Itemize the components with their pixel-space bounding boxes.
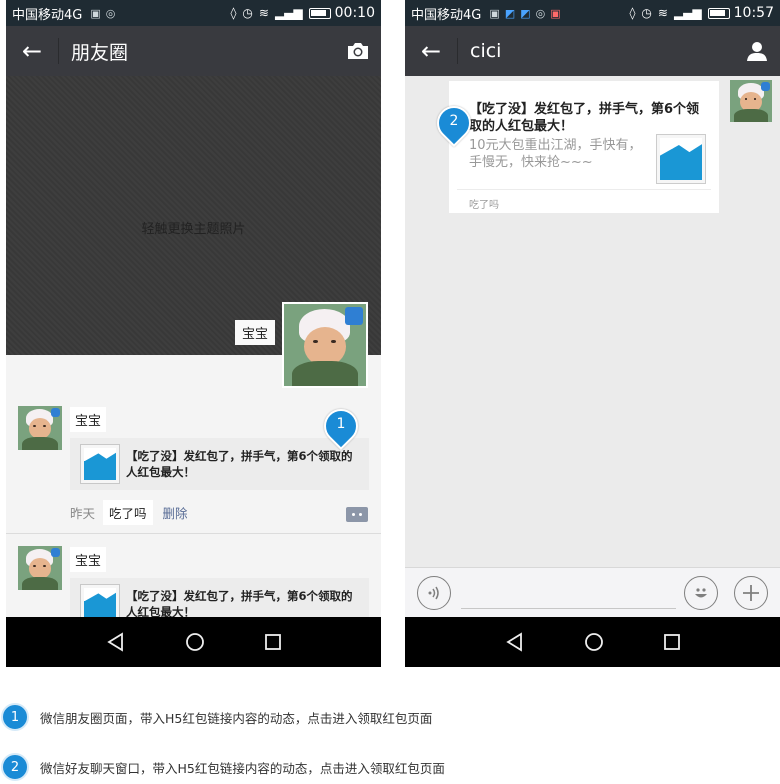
status-bar: 中国移动4G ▣ ◩ ◩ ◎ ▣ ◊ ◷ ≋ ▂▄▆ 10:57 bbox=[405, 0, 780, 26]
post-time: 昨天 bbox=[70, 506, 96, 521]
callout-number: 2 bbox=[449, 113, 459, 129]
system-icons: ◊ ◷ ≋ ▂▄▆ bbox=[230, 6, 331, 20]
android-navigation-bar bbox=[6, 617, 381, 667]
alarm-icon: ◷ bbox=[242, 6, 253, 20]
post-divider bbox=[6, 533, 381, 534]
back-triangle-icon[interactable] bbox=[106, 632, 126, 652]
signal-icon: ▂▄▆ bbox=[274, 6, 303, 20]
message-link-title: 【吃了没】发红包了，拼手气，第6个领取的人红包最大！ bbox=[469, 102, 700, 134]
home-circle-icon[interactable] bbox=[584, 632, 604, 652]
vibrate-icon: ◊ bbox=[230, 6, 237, 20]
legend-number-badge: 1 bbox=[1, 703, 29, 731]
vibrate-icon: ◊ bbox=[629, 6, 636, 20]
back-arrow-icon[interactable]: ← bbox=[405, 37, 457, 65]
comment-button[interactable] bbox=[346, 507, 368, 522]
camera-icon[interactable] bbox=[335, 41, 381, 61]
avatar[interactable] bbox=[18, 406, 62, 450]
chat-message-area: 【吃了没】发红包了，拼手气，第6个领取的人红包最大！ 10元大包重出江湖，手快有… bbox=[405, 76, 780, 567]
chat-input-bar bbox=[405, 567, 780, 617]
callout-marker-2: 2 bbox=[429, 98, 479, 148]
clock: 00:10 bbox=[334, 5, 375, 21]
image-placeholder-icon bbox=[84, 588, 116, 617]
chat-title: cici bbox=[470, 40, 502, 62]
recents-square-icon[interactable] bbox=[663, 633, 681, 651]
app-notification-icon: ◎ bbox=[535, 6, 546, 20]
profile-name[interactable]: 宝宝 bbox=[235, 320, 276, 345]
emoji-icon[interactable] bbox=[684, 576, 718, 610]
legend-text: 微信好友聊天窗口，带入H5红包链接内容的动态，点击进入领取红包页面 bbox=[40, 760, 445, 776]
app-notification-icon: ◩ bbox=[504, 6, 516, 20]
moments-screen: 中国移动4G ▣ ◎ ◊ ◷ ≋ ▂▄▆ 00:10 ← 朋友圈 轻触更换主题照… bbox=[6, 0, 381, 667]
callout-marker-1: 1 bbox=[316, 401, 366, 451]
post-source-caption: 吃了吗 bbox=[103, 500, 153, 525]
message-link-description: 10元大包重出江湖，手快有，手慢无，快来抢~~~ bbox=[469, 138, 642, 170]
home-circle-icon[interactable] bbox=[185, 632, 205, 652]
battery-icon bbox=[308, 7, 331, 19]
wifi-icon: ≋ bbox=[258, 6, 269, 20]
alarm-icon: ◷ bbox=[641, 6, 652, 20]
post-author-name[interactable]: 宝宝 bbox=[70, 547, 107, 572]
delete-link[interactable]: 删除 bbox=[163, 503, 188, 522]
app-notification-icon: ◎ bbox=[105, 6, 116, 20]
link-title: 【吃了没】发红包了，拼手气，第6个领取的人红包最大！ bbox=[126, 589, 353, 617]
system-icons: ◊ ◷ ≋ ▂▄▆ bbox=[629, 6, 730, 20]
wifi-icon: ≋ bbox=[657, 6, 668, 20]
message-link-thumbnail bbox=[656, 134, 706, 184]
chat-screen: 中国移动4G ▣ ◩ ◩ ◎ ▣ ◊ ◷ ≋ ▂▄▆ 10:57 ← cici bbox=[405, 0, 780, 667]
image-placeholder-icon bbox=[84, 448, 116, 480]
legend-item: 2 微信好友聊天窗口，带入H5红包链接内容的动态，点击进入领取红包页面 bbox=[0, 750, 780, 784]
carrier-label: 中国移动4G bbox=[12, 7, 83, 23]
legend-number-badge: 2 bbox=[1, 753, 29, 781]
cover-hint: 轻触更换主题照片 bbox=[141, 222, 246, 237]
link-thumbnail bbox=[80, 444, 120, 484]
more-plus-icon[interactable] bbox=[734, 576, 768, 610]
back-triangle-icon[interactable] bbox=[505, 632, 525, 652]
app-notification-icon: ◩ bbox=[520, 6, 531, 20]
shared-link-card[interactable]: 【吃了没】发红包了，拼手气，第6个领取的人红包最大！ bbox=[70, 578, 369, 617]
post-author-name[interactable]: 宝宝 bbox=[70, 407, 107, 432]
callout-number: 1 bbox=[336, 416, 346, 432]
bubble-divider bbox=[457, 189, 711, 190]
top-nav-bar: ← 朋友圈 bbox=[6, 26, 381, 76]
battery-icon bbox=[707, 7, 730, 19]
image-notification-icon: ▣ bbox=[90, 6, 101, 20]
app-notification-icon: ▣ bbox=[550, 6, 561, 20]
voice-input-icon[interactable] bbox=[417, 576, 451, 610]
clock: 10:57 bbox=[733, 5, 774, 21]
status-bar: 中国移动4G ▣ ◎ ◊ ◷ ≋ ▂▄▆ 00:10 bbox=[6, 0, 381, 26]
contact-icon[interactable] bbox=[734, 40, 780, 62]
carrier-label: 中国移动4G bbox=[411, 7, 482, 23]
sender-avatar[interactable] bbox=[730, 80, 772, 122]
profile-avatar[interactable] bbox=[282, 302, 368, 388]
legend-item: 1 微信朋友圈页面，带入H5红包链接内容的动态，点击进入领取红包页面 bbox=[0, 700, 780, 734]
avatar[interactable] bbox=[18, 546, 62, 590]
message-source: 吃了吗 bbox=[469, 200, 499, 211]
notification-icons: ▣ ◎ bbox=[90, 7, 115, 20]
top-nav-bar: ← cici bbox=[405, 26, 780, 76]
link-thumbnail bbox=[80, 584, 120, 617]
link-title: 【吃了没】发红包了，拼手气，第6个领取的人红包最大！ bbox=[126, 449, 353, 479]
page-title: 朋友圈 bbox=[71, 41, 129, 64]
link-message-bubble[interactable]: 【吃了没】发红包了，拼手气，第6个领取的人红包最大！ 10元大包重出江湖，手快有… bbox=[449, 81, 719, 213]
post-meta: 昨天 吃了吗 删除 bbox=[70, 500, 188, 525]
back-arrow-icon[interactable]: ← bbox=[6, 37, 58, 65]
legend-text: 微信朋友圈页面，带入H5红包链接内容的动态，点击进入领取红包页面 bbox=[40, 710, 433, 726]
image-placeholder-icon bbox=[660, 138, 702, 180]
moments-feed: 宝宝 【吃了没】发红包了，拼手气，第6个领取的人红包最大！ 昨天 吃了吗 删除 … bbox=[6, 355, 381, 617]
recents-square-icon[interactable] bbox=[264, 633, 282, 651]
message-input[interactable] bbox=[461, 608, 676, 609]
notification-icons: ▣ ◩ ◩ ◎ ▣ bbox=[489, 7, 560, 20]
android-navigation-bar bbox=[405, 617, 780, 667]
signal-icon: ▂▄▆ bbox=[673, 6, 702, 20]
image-notification-icon: ▣ bbox=[489, 6, 500, 20]
